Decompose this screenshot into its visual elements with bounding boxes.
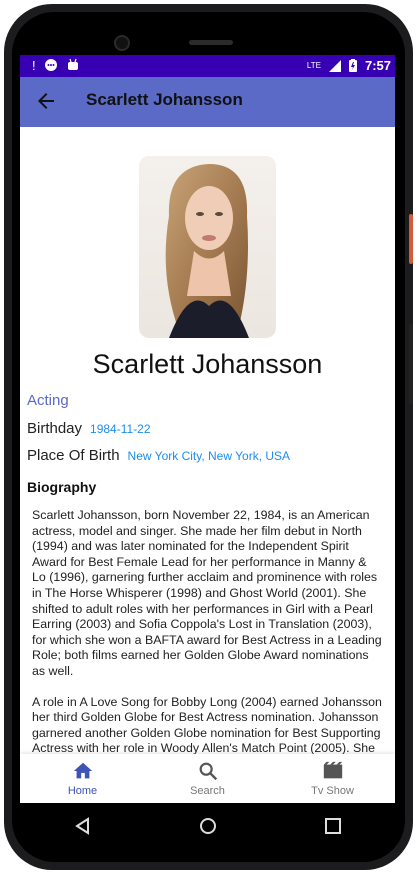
birthday-label: Birthday (27, 420, 83, 437)
place-of-birth-value: New York City, New York, USA (127, 449, 291, 463)
nav-item-tv-show[interactable]: Tv Show (270, 754, 395, 803)
nav-label-tv-show: Tv Show (311, 785, 354, 797)
battery-icon (348, 59, 357, 72)
alert-icon: ! (32, 58, 36, 73)
nav-item-home[interactable]: Home (20, 754, 145, 803)
home-icon (73, 762, 92, 779)
system-home-icon[interactable] (198, 816, 218, 836)
biography-paragraph: A role in A Love Song for Bobby Long (20… (32, 694, 382, 754)
birthday-value: 1984-11-22 (90, 422, 151, 436)
biography-paragraph: Scarlett Johansson, born November 22, 19… (32, 508, 382, 678)
system-navigation-bar (20, 803, 395, 848)
arrow-back-icon[interactable] (34, 89, 58, 113)
profile-photo (139, 156, 276, 338)
signal-icon (328, 59, 341, 72)
person-details: Scarlett Johansson Acting Birthday 1984-… (20, 127, 395, 754)
birthday-row: Birthday 1984-11-22 (27, 420, 151, 437)
app-screen: ! LTE 7:57 Scarlett Johansson Scarlett J… (20, 55, 395, 803)
search-icon (199, 762, 217, 781)
front-camera (114, 35, 130, 51)
nav-label-home: Home (67, 785, 98, 797)
status-bar: ! LTE 7:57 (20, 55, 395, 77)
person-name: Scarlett Johansson (92, 349, 323, 379)
biography-heading: Biography (27, 479, 97, 495)
earpiece-speaker (189, 40, 233, 45)
android-icon (67, 58, 78, 70)
place-of-birth-label: Place Of Birth (27, 447, 120, 464)
system-back-icon[interactable] (73, 816, 93, 836)
bottom-navigation: Home Search Tv Show (20, 754, 395, 803)
known-for-department: Acting (27, 392, 69, 409)
power-button (409, 214, 413, 264)
place-of-birth-row: Place Of Birth New York City, New York, … (27, 447, 290, 464)
app-bar-title: Scarlett Johansson (86, 90, 243, 109)
biography-text: Scarlett Johansson, born November 22, 19… (32, 508, 382, 754)
nav-item-search[interactable]: Search (145, 754, 270, 803)
system-recents-icon[interactable] (323, 816, 343, 836)
status-time: 7:57 (364, 58, 391, 73)
nav-label-search: Search (190, 785, 225, 797)
volume-button (409, 324, 413, 404)
app-bar: Scarlett Johansson (20, 77, 395, 127)
tv-show-icon (323, 761, 342, 779)
network-type: LTE (306, 61, 321, 70)
chat-icon (44, 59, 57, 71)
